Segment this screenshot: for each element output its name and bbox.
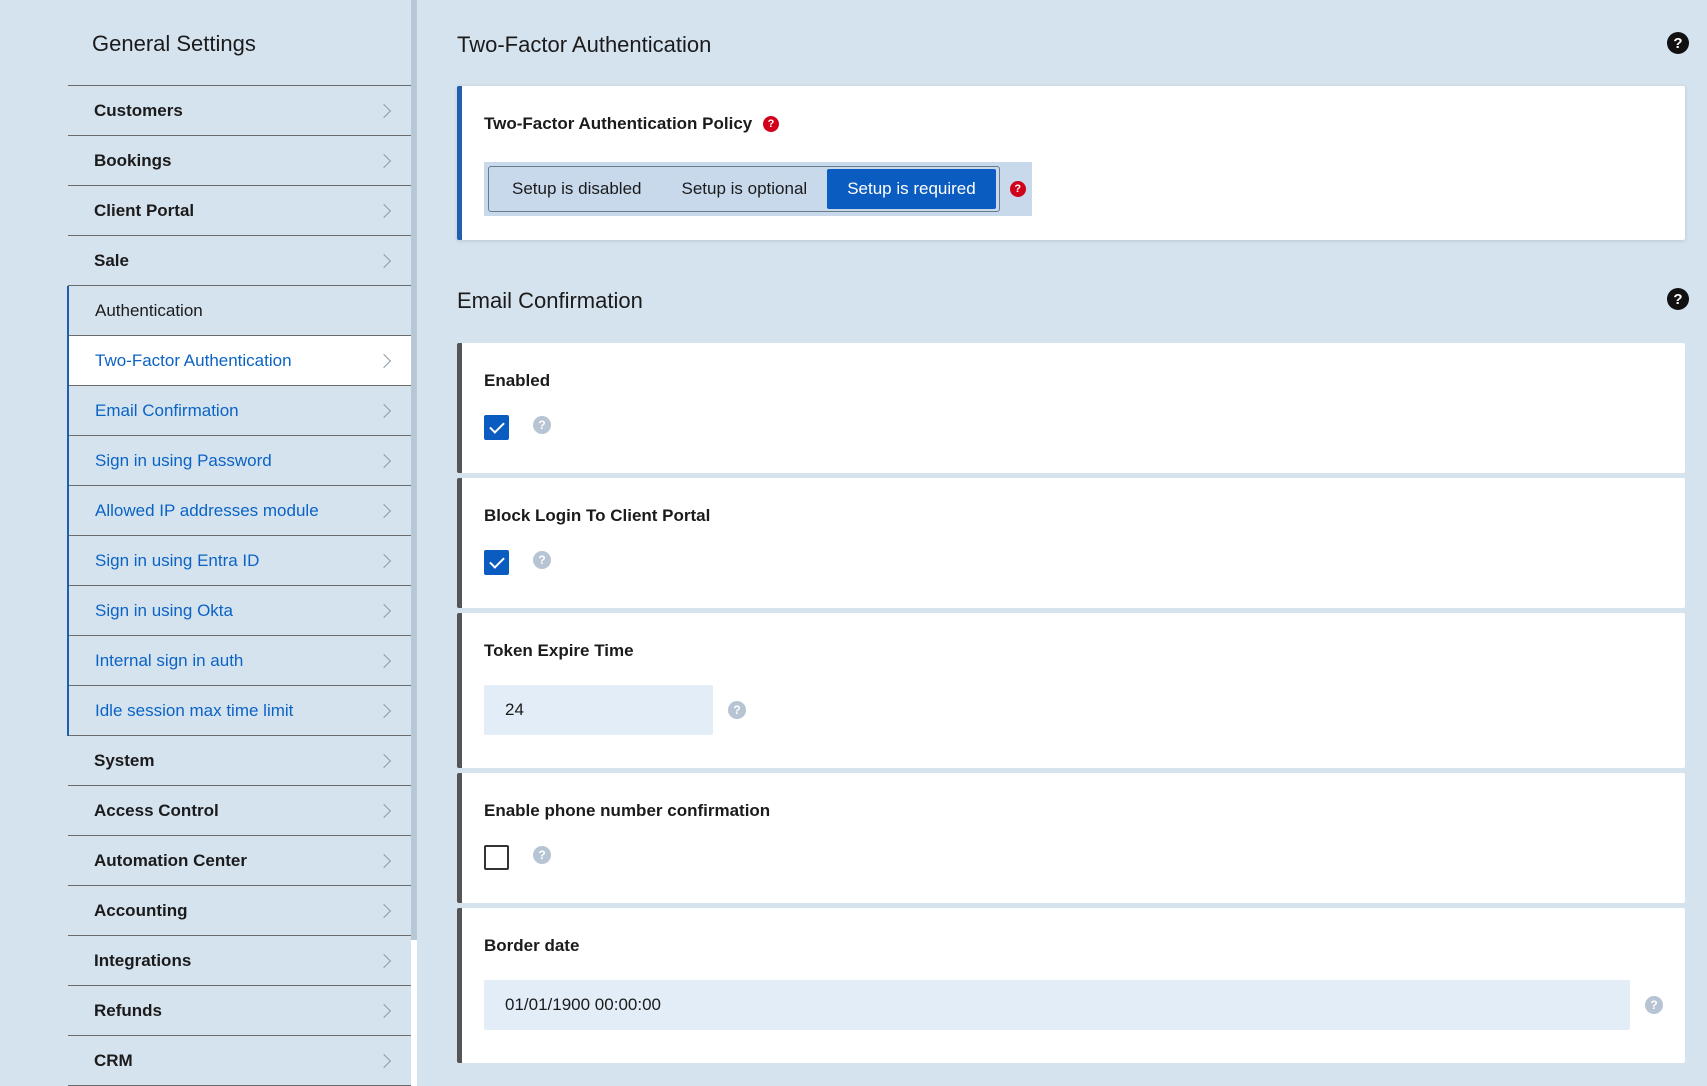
policy-option-required[interactable]: Setup is required <box>827 169 996 209</box>
token-expire-label: Token Expire Time <box>484 641 634 660</box>
sidebar-item-sign-in-okta[interactable]: Sign in using Okta <box>69 586 411 636</box>
chevron-right-icon <box>376 1053 392 1068</box>
sidebar-item-bookings[interactable]: Bookings <box>68 136 411 186</box>
two-factor-policy-card: Two-Factor Authentication Policy ? Setup… <box>457 86 1685 240</box>
phone-confirmation-checkbox[interactable] <box>484 845 509 870</box>
chevron-right-icon <box>376 953 392 968</box>
block-login-label: Block Login To Client Portal <box>484 506 711 525</box>
sidebar-item-sign-in-password[interactable]: Sign in using Password <box>69 436 411 486</box>
enabled-label: Enabled <box>484 371 551 390</box>
sidebar-item-sale[interactable]: Sale <box>68 236 411 286</box>
sidebar-nav: Customers Bookings Client Portal Sale Au… <box>67 85 411 1086</box>
border-date-input[interactable]: 01/01/1900 00:00:00 <box>484 980 1630 1030</box>
block-login-card: Block Login To Client Portal ? <box>457 478 1685 608</box>
sidebar-item-email-confirmation[interactable]: Email Confirmation <box>69 386 411 436</box>
sidebar-item-label: Refunds <box>94 1000 162 1020</box>
sidebar-item-integrations[interactable]: Integrations <box>68 936 411 986</box>
border-date-label: Border date <box>484 936 580 955</box>
token-expire-input[interactable]: 24 <box>484 685 713 735</box>
chevron-right-icon <box>376 803 392 818</box>
sidebar-item-accounting[interactable]: Accounting <box>68 886 411 936</box>
chevron-right-icon <box>376 403 392 418</box>
sidebar-item-label: Idle session max time limit <box>95 700 294 720</box>
chevron-right-icon <box>376 603 392 618</box>
chevron-right-icon <box>376 253 392 268</box>
token-expire-card: Token Expire Time 24 ? <box>457 613 1685 768</box>
sidebar-item-label: Automation Center <box>94 850 247 870</box>
sidebar-item-label: Internal sign in auth <box>95 650 244 670</box>
border-date-card: Border date 01/01/1900 00:00:00 ? <box>457 908 1685 1063</box>
chevron-right-icon <box>376 353 392 368</box>
phone-confirmation-label: Enable phone number confirmation <box>484 801 771 820</box>
chevron-right-icon <box>376 203 392 218</box>
phone-confirmation-card: Enable phone number confirmation ? <box>457 773 1685 903</box>
chevron-right-icon <box>376 703 392 718</box>
policy-selector-wrap: Setup is disabled Setup is optional Setu… <box>484 162 1032 216</box>
sidebar-item-client-portal[interactable]: Client Portal <box>68 186 411 236</box>
sidebar-item-automation-center[interactable]: Automation Center <box>68 836 411 886</box>
help-icon[interactable]: ? <box>1667 288 1689 310</box>
help-icon[interactable]: ? <box>533 846 551 864</box>
sidebar-item-label: Access Control <box>94 800 219 820</box>
chevron-right-icon <box>376 153 392 168</box>
policy-label: Two-Factor Authentication Policy ? <box>484 114 779 134</box>
sidebar-item-label: Allowed IP addresses module <box>95 500 319 520</box>
policy-label-text: Two-Factor Authentication Policy <box>484 114 753 133</box>
policy-option-disabled[interactable]: Setup is disabled <box>492 169 661 209</box>
help-icon[interactable]: ? <box>1645 996 1663 1014</box>
enabled-checkbox[interactable] <box>484 415 509 440</box>
sidebar-item-idle-session[interactable]: Idle session max time limit <box>69 686 411 736</box>
sidebar-item-label: Two-Factor Authentication <box>95 350 292 370</box>
help-icon[interactable]: ? <box>728 701 746 719</box>
sidebar-item-label: Customers <box>94 100 183 120</box>
sidebar-item-label: Client Portal <box>94 200 195 220</box>
block-login-checkbox[interactable] <box>484 550 509 575</box>
sidebar-item-label: Sign in using Password <box>95 450 272 470</box>
help-icon[interactable]: ? <box>762 116 779 132</box>
sidebar-item-label: Integrations <box>94 950 192 970</box>
chevron-right-icon <box>376 453 392 468</box>
sidebar-item-label: Sale <box>94 250 129 270</box>
sidebar-item-crm[interactable]: CRM <box>68 1036 411 1086</box>
enabled-card: Enabled ? <box>457 343 1685 473</box>
chevron-right-icon <box>376 903 392 918</box>
main-content: Two-Factor Authentication ? Two-Factor A… <box>417 0 1707 1086</box>
sidebar-item-allowed-ip[interactable]: Allowed IP addresses module <box>69 486 411 536</box>
help-icon[interactable]: ? <box>533 416 551 434</box>
chevron-right-icon <box>376 103 392 118</box>
chevron-right-icon <box>376 503 392 518</box>
sidebar-item-label: System <box>94 750 155 770</box>
sidebar-item-label: Bookings <box>94 150 172 170</box>
chevron-right-icon <box>376 653 392 668</box>
policy-segmented-control: Setup is disabled Setup is optional Setu… <box>488 166 1000 212</box>
sidebar-item-two-factor-authentication[interactable]: Two-Factor Authentication <box>69 336 411 386</box>
help-icon[interactable]: ? <box>1009 181 1026 197</box>
chevron-right-icon <box>376 1003 392 1018</box>
sidebar-item-sign-in-entra[interactable]: Sign in using Entra ID <box>69 536 411 586</box>
chevron-right-icon <box>376 753 392 768</box>
sidebar-item-customers[interactable]: Customers <box>68 86 411 136</box>
email-confirmation-section-title: Email Confirmation <box>457 288 643 313</box>
sidebar-item-access-control[interactable]: Access Control <box>68 786 411 836</box>
sidebar-item-label: Email Confirmation <box>95 400 239 420</box>
sidebar-item-label: Sign in using Okta <box>95 600 233 620</box>
sidebar-item-authentication[interactable]: Authentication <box>69 286 411 336</box>
sidebar-item-system[interactable]: System <box>68 736 411 786</box>
two-factor-section-title: Two-Factor Authentication <box>457 32 712 57</box>
help-icon[interactable]: ? <box>1667 32 1689 54</box>
sidebar-item-internal-sign-in[interactable]: Internal sign in auth <box>69 636 411 686</box>
sidebar-item-label: Accounting <box>94 900 188 920</box>
sidebar-item-label: Authentication <box>95 300 203 320</box>
chevron-right-icon <box>376 553 392 568</box>
sidebar-item-refunds[interactable]: Refunds <box>68 986 411 1036</box>
sidebar: General Settings Customers Bookings Clie… <box>0 0 411 1086</box>
policy-option-optional[interactable]: Setup is optional <box>661 169 827 209</box>
sidebar-group-authentication: Authentication Two-Factor Authentication… <box>67 286 411 736</box>
chevron-right-icon <box>376 853 392 868</box>
sidebar-title: General Settings <box>92 31 256 56</box>
help-icon[interactable]: ? <box>533 551 551 569</box>
sidebar-item-label: Sign in using Entra ID <box>95 550 260 570</box>
sidebar-item-label: CRM <box>94 1050 133 1070</box>
